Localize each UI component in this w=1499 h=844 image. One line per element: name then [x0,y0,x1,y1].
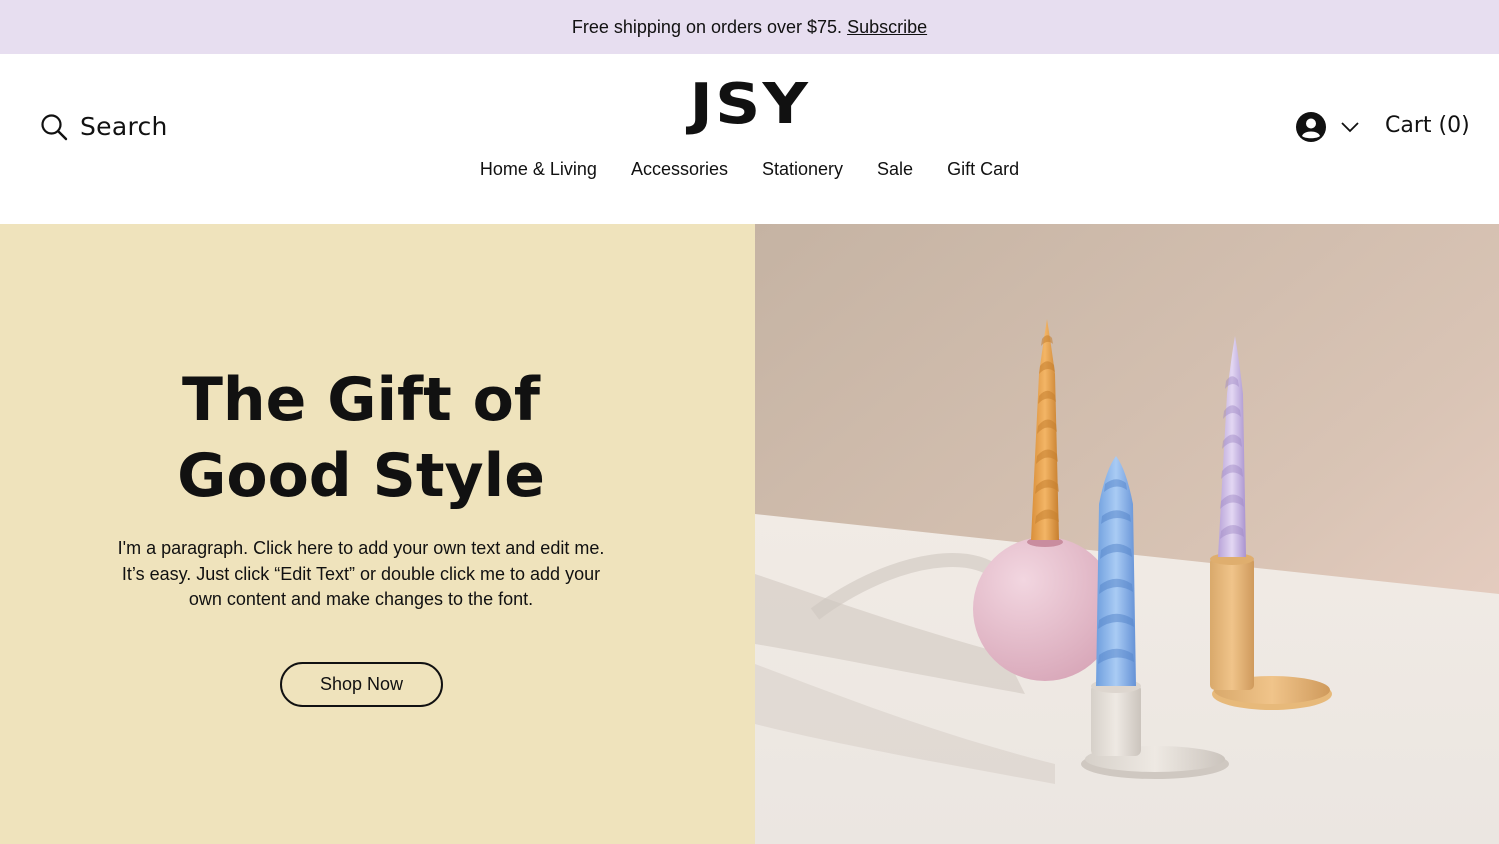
announcement-text: Free shipping on orders over $75. [571,16,843,37]
nav-item-gift-card[interactable]: Gift Card [947,159,1019,180]
subscribe-link[interactable]: Subscribe [847,17,927,38]
hero-paragraph-line-1: I'm a paragraph. Click here to add your … [117,538,605,558]
site-header: Search JSY Home & Living Accessories Sta… [0,54,1499,224]
announcement-bar: Free shipping on orders over $75. Subscr… [0,0,1499,54]
hero-text-panel: The Gift of Good Style I'm a paragraph. … [0,224,755,844]
hero-title: The Gift of Good Style [0,362,722,514]
hero-title-line-1: The Gift of [181,365,541,435]
user-icon [1296,112,1326,142]
account-menu[interactable] [1296,112,1360,142]
chevron-down-icon [1341,122,1359,133]
hero-paragraph-line-2: It’s easy. Just click “Edit Text” or dou… [121,563,601,584]
hero-paragraph-line-3: own content and make changes to the font… [188,589,534,609]
main-nav: Home & Living Accessories Stationery Sal… [0,159,1499,180]
hero-paragraph: I'm a paragraph. Click here to add your … [0,536,722,613]
site-logo[interactable]: JSY [0,72,1499,137]
nav-item-sale[interactable]: Sale [877,159,913,180]
shop-now-button[interactable]: Shop Now [280,662,443,707]
hero-image [755,224,1499,844]
nav-item-home-living[interactable]: Home & Living [480,159,597,180]
candles-photo [755,224,1499,844]
nav-item-accessories[interactable]: Accessories [631,159,728,180]
hero-title-line-2: Good Style [177,441,545,511]
nav-item-stationery[interactable]: Stationery [762,159,843,180]
cart-link[interactable]: Cart (0) [1385,113,1470,138]
